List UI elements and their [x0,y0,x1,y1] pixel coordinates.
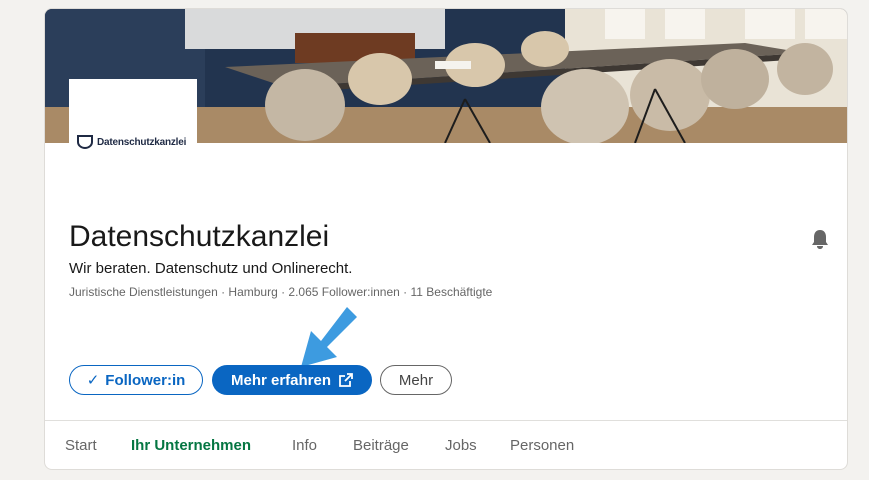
tab-personen[interactable]: Personen [510,421,574,469]
learn-more-button-label: Mehr erfahren [230,371,332,389]
tab-label: Start [65,436,97,454]
tab-label: Info [292,436,318,454]
tab-label: Ihr Unternehmen [131,436,252,454]
tab-jobs[interactable]: Jobs [445,421,477,469]
company-tabs: Start Ihr Unternehmen Info Beiträge Jobs… [45,421,847,469]
check-icon: ✓ [86,372,100,389]
arrow-icon [299,305,359,369]
logo-text: Datenschutzkanzlei [97,136,187,148]
tab-ihr-unternehmen[interactable]: Ihr Unternehmen [115,421,267,469]
following-button[interactable]: ✓ Follower:in [69,365,203,395]
more-button-label: Mehr [398,371,434,389]
more-button[interactable]: Mehr [380,365,452,395]
tab-info[interactable]: Info [292,421,317,469]
company-tagline: Wir beraten. Datenschutz und Onlinerecht… [69,260,353,277]
following-button-label: Follower:in [105,371,186,389]
company-meta: Juristische Dienstleistungen · Hamburg ·… [69,285,493,299]
tab-label: Jobs [445,436,477,454]
tab-label: Personen [510,436,575,454]
learn-more-button[interactable]: Mehr erfahren [212,365,372,395]
tab-start[interactable]: Start [65,421,97,469]
tab-label: Beiträge [353,436,409,454]
shield-icon [77,135,93,149]
bell-icon[interactable] [809,228,831,250]
company-page-card: Datenschutzkanzlei Datenschutzkanzlei Wi… [44,8,848,470]
company-name: Datenschutzkanzlei [69,220,330,253]
company-logo[interactable]: Datenschutzkanzlei [69,79,197,159]
logo-mark: Datenschutzkanzlei [77,135,186,149]
tab-beitraege[interactable]: Beiträge [353,421,409,469]
external-link-icon [339,373,353,387]
